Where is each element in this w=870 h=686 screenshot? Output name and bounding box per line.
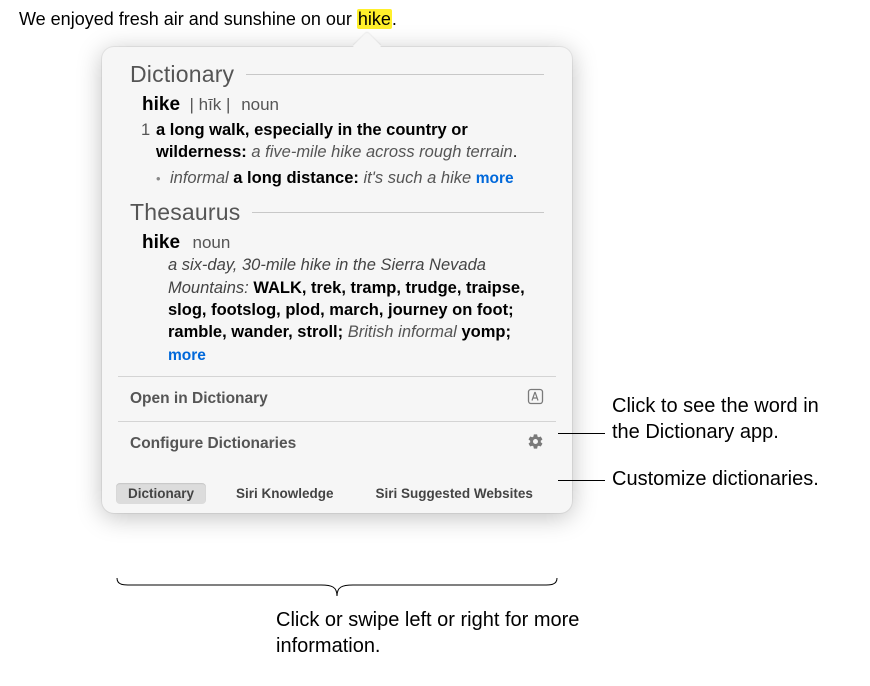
thesaurus-entry: hike noun a six-day, 30-mile hike in the… xyxy=(130,230,544,376)
dictionary-heading: Dictionary xyxy=(130,61,544,88)
pronunciation: | hīk | xyxy=(189,95,235,114)
action-group: Open in Dictionary Configure Dictionarie… xyxy=(118,376,556,466)
dictionary-more-link[interactable]: more xyxy=(476,170,514,187)
thesaurus-headword: hike xyxy=(142,232,180,253)
open-in-dictionary-button[interactable]: Open in Dictionary xyxy=(118,377,556,421)
sentence-after: . xyxy=(392,9,397,29)
definition-subsense: informal a long distance: it's such a hi… xyxy=(142,167,544,190)
bracket-icon xyxy=(116,578,558,596)
source-tabs: Dictionary Siri Knowledge Siri Suggested… xyxy=(102,476,572,513)
callout-open: Click to see the word in the Dictionary … xyxy=(612,393,842,445)
configure-dictionaries-button[interactable]: Configure Dictionaries xyxy=(118,421,556,466)
callout-tabs: Click or swipe left or right for more in… xyxy=(276,607,616,659)
tab-siri-suggested-websites[interactable]: Siri Suggested Websites xyxy=(364,483,545,504)
dictionary-app-icon xyxy=(527,388,544,410)
thesaurus-more-link[interactable]: more xyxy=(168,347,206,364)
open-in-dictionary-label: Open in Dictionary xyxy=(130,390,268,408)
part-of-speech: noun xyxy=(241,95,279,114)
tab-dictionary[interactable]: Dictionary xyxy=(116,483,206,504)
sentence-before: We enjoyed fresh air and sunshine on our xyxy=(19,9,357,29)
highlighted-word[interactable]: hike xyxy=(357,9,392,29)
configure-dictionaries-label: Configure Dictionaries xyxy=(130,435,296,453)
callout-line xyxy=(558,480,605,481)
dictionary-entry: hike | hīk | noun 1a long walk, especial… xyxy=(130,92,544,199)
tab-siri-knowledge[interactable]: Siri Knowledge xyxy=(224,483,346,504)
source-sentence: We enjoyed fresh air and sunshine on our… xyxy=(19,9,397,30)
thesaurus-pos: noun xyxy=(192,233,230,252)
thesaurus-heading: Thesaurus xyxy=(130,199,544,226)
definition-sense-1: 1a long walk, especially in the country … xyxy=(142,119,544,164)
gear-icon xyxy=(527,433,544,455)
lookup-popover: Dictionary hike | hīk | noun 1a long wal… xyxy=(102,47,572,513)
dictionary-headword: hike xyxy=(142,94,180,115)
callout-configure: Customize dictionaries. xyxy=(612,466,832,492)
thesaurus-body: a six-day, 30-mile hike in the Sierra Ne… xyxy=(142,254,544,366)
callout-line xyxy=(558,433,605,434)
